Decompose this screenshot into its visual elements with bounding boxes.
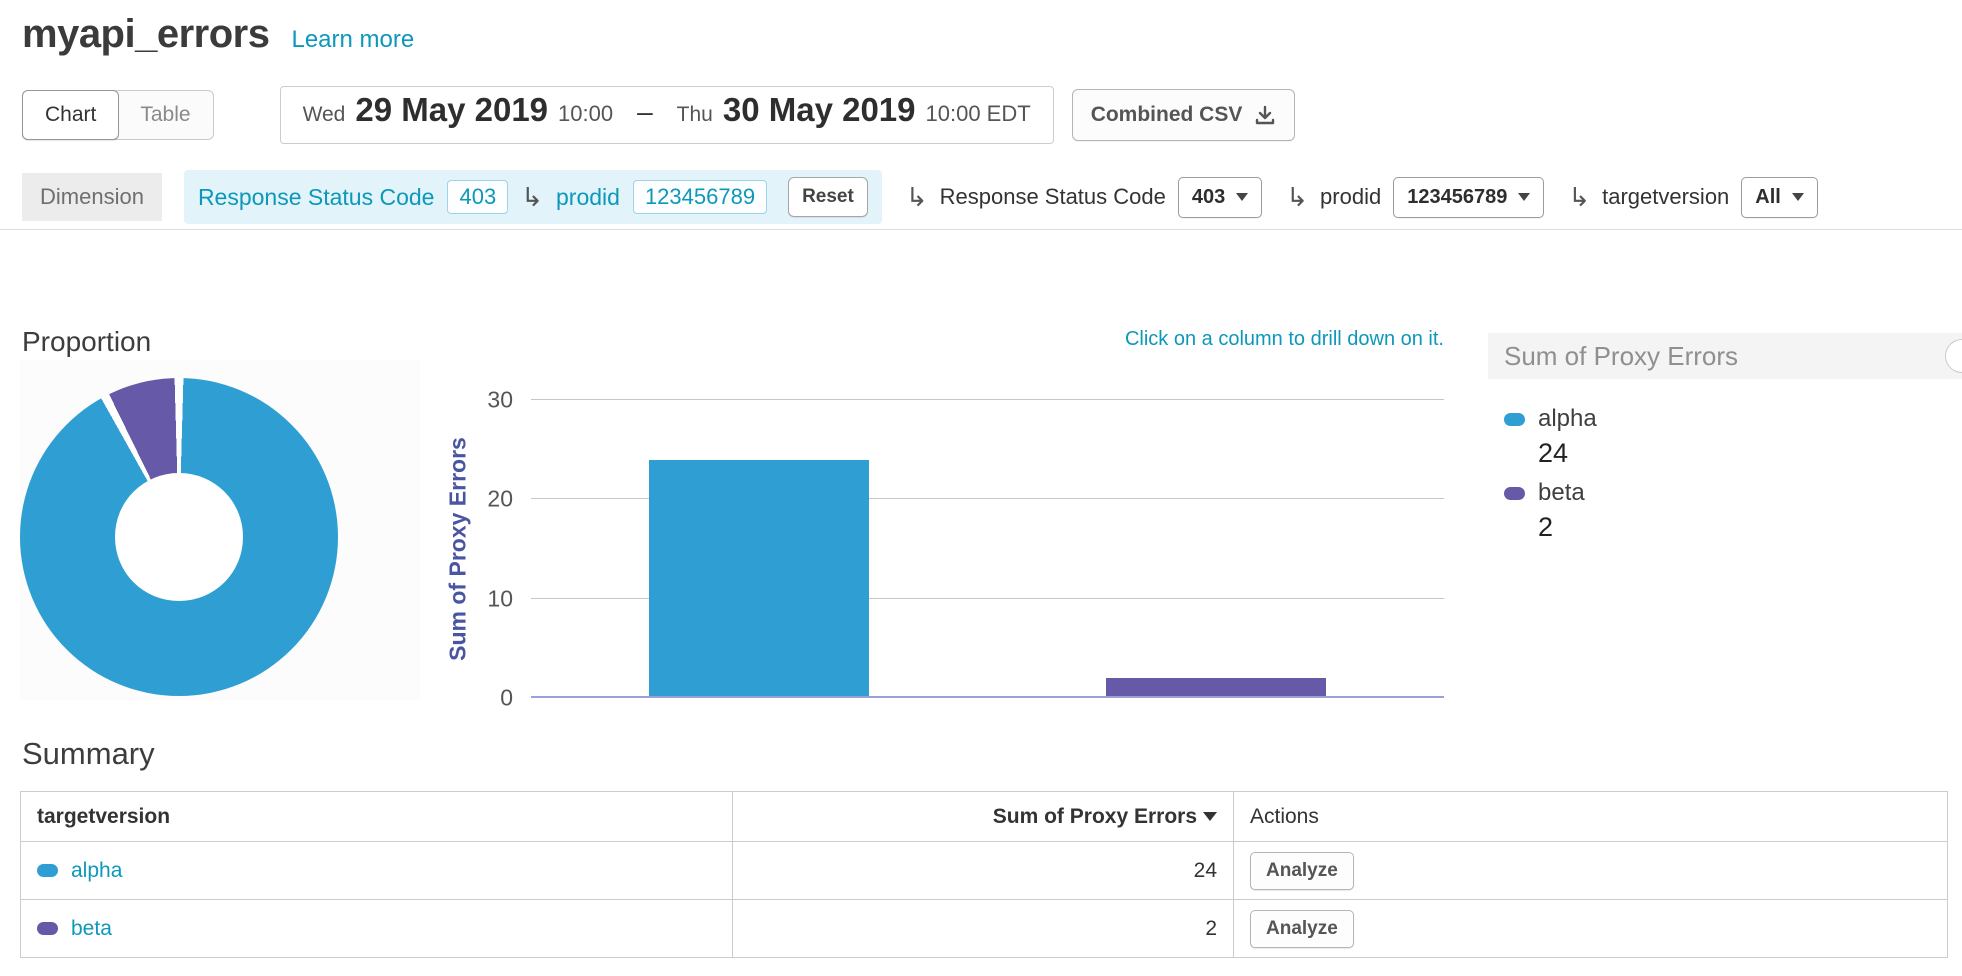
table-row-beta: beta 2 Analyze xyxy=(21,900,1948,958)
summary-table: targetversion Sum of Proxy Errors Action… xyxy=(20,791,1948,958)
y-tick-label: 0 xyxy=(500,685,513,712)
dimension-label: Dimension xyxy=(22,173,162,221)
row-link-beta[interactable]: beta xyxy=(37,917,716,941)
date-start-time: 10:00 xyxy=(558,101,613,127)
row-link-alpha[interactable]: alpha xyxy=(37,859,716,883)
table-tab[interactable]: Table xyxy=(118,91,212,139)
legend-value-beta: 2 xyxy=(1538,512,1962,543)
drilldown-hint[interactable]: Click on a column to drill down on it. xyxy=(531,328,1444,351)
view-toggle: Chart Table xyxy=(22,90,214,140)
prodid-select[interactable]: 123456789 xyxy=(1393,177,1544,218)
column-header-sum-proxy-errors[interactable]: Sum of Proxy Errors xyxy=(733,792,1234,842)
row-value-alpha: 24 xyxy=(733,842,1234,900)
analyze-button-beta[interactable]: Analyze xyxy=(1250,910,1354,948)
bar-alpha[interactable] xyxy=(649,460,869,698)
breadcrumb-value-403[interactable]: 403 xyxy=(447,180,508,214)
alpha-swatch xyxy=(37,864,58,877)
drill-arrow-icon: ↳ xyxy=(521,184,543,210)
x-axis-baseline xyxy=(531,696,1444,698)
legend-value-alpha: 24 xyxy=(1538,438,1962,469)
sort-desc-icon xyxy=(1203,812,1217,821)
prodid-value: 123456789 xyxy=(1407,186,1507,209)
y-tick-label: 10 xyxy=(487,585,513,612)
dropdown-label-prodid: prodid xyxy=(1320,184,1381,210)
reset-button[interactable]: Reset xyxy=(788,177,868,217)
response-status-code-value: 403 xyxy=(1192,186,1225,209)
dropdown-group-prodid: ↳ prodid 123456789 xyxy=(1286,177,1544,218)
learn-more-link[interactable]: Learn more xyxy=(291,26,414,54)
proportion-chart-card xyxy=(20,360,420,700)
chart-tab[interactable]: Chart xyxy=(22,90,119,140)
legend-item-beta[interactable]: beta xyxy=(1504,479,1962,507)
legend-title: Sum of Proxy Errors xyxy=(1504,341,1738,372)
toolbar: Chart Table Wed 29 May 2019 10:00 – Thu … xyxy=(22,86,1295,144)
drill-arrow-icon: ↳ xyxy=(1568,184,1590,210)
targetversion-value: All xyxy=(1755,186,1781,209)
caret-down-icon xyxy=(1236,193,1248,201)
beta-swatch xyxy=(1504,487,1525,500)
row-value-beta: 2 xyxy=(733,900,1234,958)
table-row-alpha: alpha 24 Analyze xyxy=(21,842,1948,900)
date-end-date: 30 May 2019 xyxy=(723,91,916,129)
y-tick-label: 30 xyxy=(487,387,513,414)
bar-chart-plot: 0102030 xyxy=(531,400,1444,698)
legend-header: Sum of Proxy Errors xyxy=(1488,333,1962,379)
gridline xyxy=(531,399,1444,400)
dropdown-label-targetversion: targetversion xyxy=(1602,184,1729,210)
caret-down-icon xyxy=(1792,193,1804,201)
y-axis-label: Sum of Proxy Errors xyxy=(445,437,472,661)
legend-items: alpha 24 beta 2 xyxy=(1488,379,1962,543)
filter-divider xyxy=(0,229,1962,230)
drill-arrow-icon: ↳ xyxy=(906,184,928,210)
targetversion-select[interactable]: All xyxy=(1741,177,1818,218)
csv-button-label: Combined CSV xyxy=(1091,103,1243,127)
date-range-dash: – xyxy=(637,96,653,128)
combined-csv-button[interactable]: Combined CSV xyxy=(1072,89,1296,141)
date-range-picker[interactable]: Wed 29 May 2019 10:00 – Thu 30 May 2019 … xyxy=(280,86,1054,144)
column-header-actions: Actions xyxy=(1234,792,1948,842)
dropdown-group-response-status-code: ↳ Response Status Code 403 xyxy=(906,177,1262,218)
breadcrumb-value-prodid[interactable]: 123456789 xyxy=(633,180,767,214)
date-start-dow: Wed xyxy=(303,103,346,127)
summary-header-row: targetversion Sum of Proxy Errors Action… xyxy=(21,792,1948,842)
proportion-title: Proportion xyxy=(22,326,151,358)
legend-panel: Sum of Proxy Errors alpha 24 beta 2 xyxy=(1488,333,1962,551)
analyze-button-alpha[interactable]: Analyze xyxy=(1250,852,1354,890)
download-icon xyxy=(1254,104,1276,126)
response-status-code-select[interactable]: 403 xyxy=(1178,177,1262,218)
summary-title: Summary xyxy=(22,736,155,772)
y-tick-label: 20 xyxy=(487,486,513,513)
donut-chart[interactable] xyxy=(20,378,338,696)
drill-arrow-icon: ↳ xyxy=(1286,184,1308,210)
page-title: myapi_errors xyxy=(22,12,269,57)
date-start-date: 29 May 2019 xyxy=(355,91,548,129)
breadcrumb-prodid[interactable]: prodid xyxy=(556,184,620,211)
legend-label-alpha: alpha xyxy=(1538,405,1597,433)
legend-collapse-button[interactable] xyxy=(1945,339,1962,373)
beta-swatch xyxy=(37,922,58,935)
column-header-targetversion: targetversion xyxy=(21,792,733,842)
date-end-time: 10:00 EDT xyxy=(926,101,1031,127)
legend-item-alpha[interactable]: alpha xyxy=(1504,405,1962,433)
alpha-swatch xyxy=(1504,413,1525,426)
page-header: myapi_errors Learn more xyxy=(22,12,414,57)
legend-label-beta: beta xyxy=(1538,479,1585,507)
caret-down-icon xyxy=(1518,193,1530,201)
breadcrumb-response-status-code[interactable]: Response Status Code xyxy=(198,184,435,211)
filter-bar: Dimension Response Status Code 403 ↳ pro… xyxy=(22,170,1818,224)
drilldown-breadcrumb: Response Status Code 403 ↳ prodid 123456… xyxy=(184,170,882,224)
date-end-dow: Thu xyxy=(677,103,713,127)
dropdown-group-targetversion: ↳ targetversion All xyxy=(1568,177,1818,218)
dropdown-label-response-status-code: Response Status Code xyxy=(940,184,1166,210)
